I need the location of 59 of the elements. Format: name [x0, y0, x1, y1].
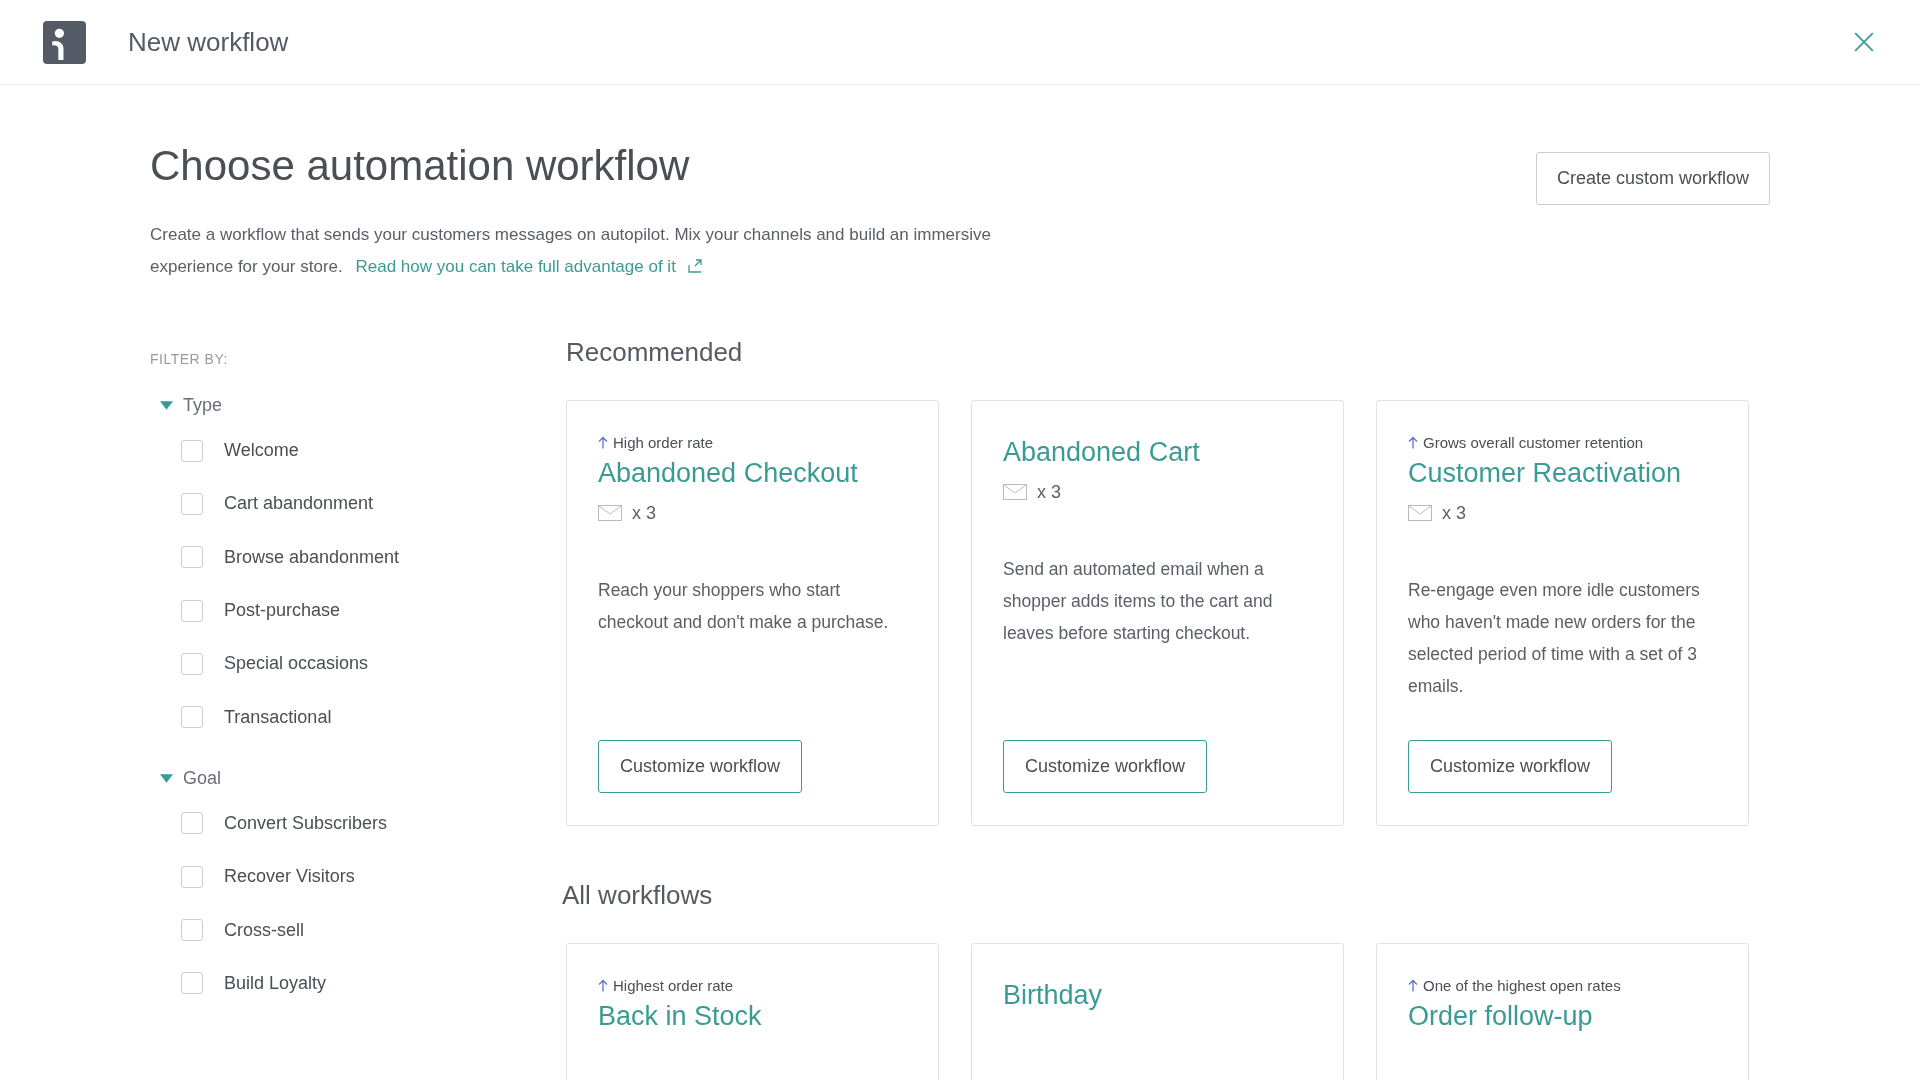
filter-group-toggle[interactable]: Type [150, 387, 566, 424]
option-label: Build Loyalty [224, 972, 327, 994]
option-label: Recover Visitors [224, 866, 355, 888]
card-description: Send an automated email when a shopper adds items to the cart and leaves before starting checkout. [1003, 557, 1274, 645]
option-label: Special occasions [224, 653, 369, 675]
window-title: New workflow [128, 26, 290, 58]
checkbox[interactable] [181, 546, 203, 569]
card-tag: High order rate [613, 434, 714, 451]
filter-group-toggle[interactable]: Goal [150, 759, 566, 797]
option-label: Cross-sell [224, 919, 304, 941]
create-custom-workflow-button[interactable]: Create custom workflow [1535, 152, 1770, 205]
card-title[interactable]: Customer Reactivation [1408, 459, 1717, 489]
customize-workflow-button[interactable]: Customize workflow [1408, 740, 1613, 793]
card-title[interactable]: Abandoned Cart [1003, 438, 1312, 468]
section-heading: Recommended [566, 337, 744, 368]
card-description: Reach your shoppers who start checkout and don't make a purchase. [598, 578, 890, 634]
card-title[interactable]: Birthday [1003, 981, 1312, 1011]
checkbox[interactable] [181, 865, 203, 888]
card-tag: One of the highest open rates [1423, 977, 1621, 994]
customize-workflow-button[interactable]: Customize workflow [1003, 740, 1208, 793]
email-count: x 3 [1442, 502, 1466, 524]
external-link-icon[interactable] [687, 259, 702, 273]
customize-workflow-button[interactable]: Customize workflow [598, 740, 803, 793]
filter-label: FILTER BY: [150, 351, 229, 367]
option-label: Welcome [224, 440, 299, 462]
arrow-up-icon [598, 436, 608, 449]
card-title[interactable]: Back in Stock [598, 1002, 907, 1032]
card-tag: Grows overall customer retention [1423, 434, 1644, 451]
checkbox[interactable] [181, 439, 203, 462]
envelope-icon [1408, 505, 1432, 522]
checkbox[interactable] [181, 599, 203, 622]
card-title[interactable]: Abandoned Checkout [598, 459, 907, 489]
close-icon[interactable] [1853, 31, 1875, 53]
card-description: Re-engage even more idle customers who haven't made new orders for the selected period of time with a set of 3 emails. [1408, 578, 1701, 698]
card-title[interactable]: Order follow-up [1408, 1002, 1717, 1032]
help-link[interactable]: Read how you can take full advantage of it [355, 257, 676, 276]
description-text: Create a workflow that sends your customers messages on autopilot. Mix your channels and build an immersive experience for your store. Read how you can take full advantage of it [150, 224, 992, 278]
logo-icon [43, 20, 86, 64]
checkbox[interactable] [181, 812, 203, 835]
option-label: Convert Subscribers [224, 812, 388, 834]
checkbox[interactable] [181, 652, 203, 675]
card-tag: Highest order rate [613, 977, 734, 994]
checkbox[interactable] [181, 919, 203, 941]
option-label: Post-purchase [224, 600, 341, 622]
arrow-up-icon [1408, 979, 1418, 992]
option-label: Cart abandonment [224, 493, 374, 515]
option-label: Browse abandonment [224, 546, 400, 568]
arrow-up-icon [1408, 436, 1418, 449]
envelope-icon [598, 505, 622, 522]
checkbox[interactable] [181, 972, 203, 995]
checkbox[interactable] [181, 706, 203, 729]
checkbox[interactable] [181, 492, 203, 515]
arrow-up-icon [598, 979, 608, 992]
section-heading: All workflows [562, 880, 714, 911]
page-heading: Choose automation workflow [150, 145, 691, 187]
envelope-icon [1003, 484, 1027, 501]
email-count: x 3 [632, 502, 656, 524]
option-label: Transactional [224, 706, 332, 728]
email-count: x 3 [1037, 481, 1061, 503]
